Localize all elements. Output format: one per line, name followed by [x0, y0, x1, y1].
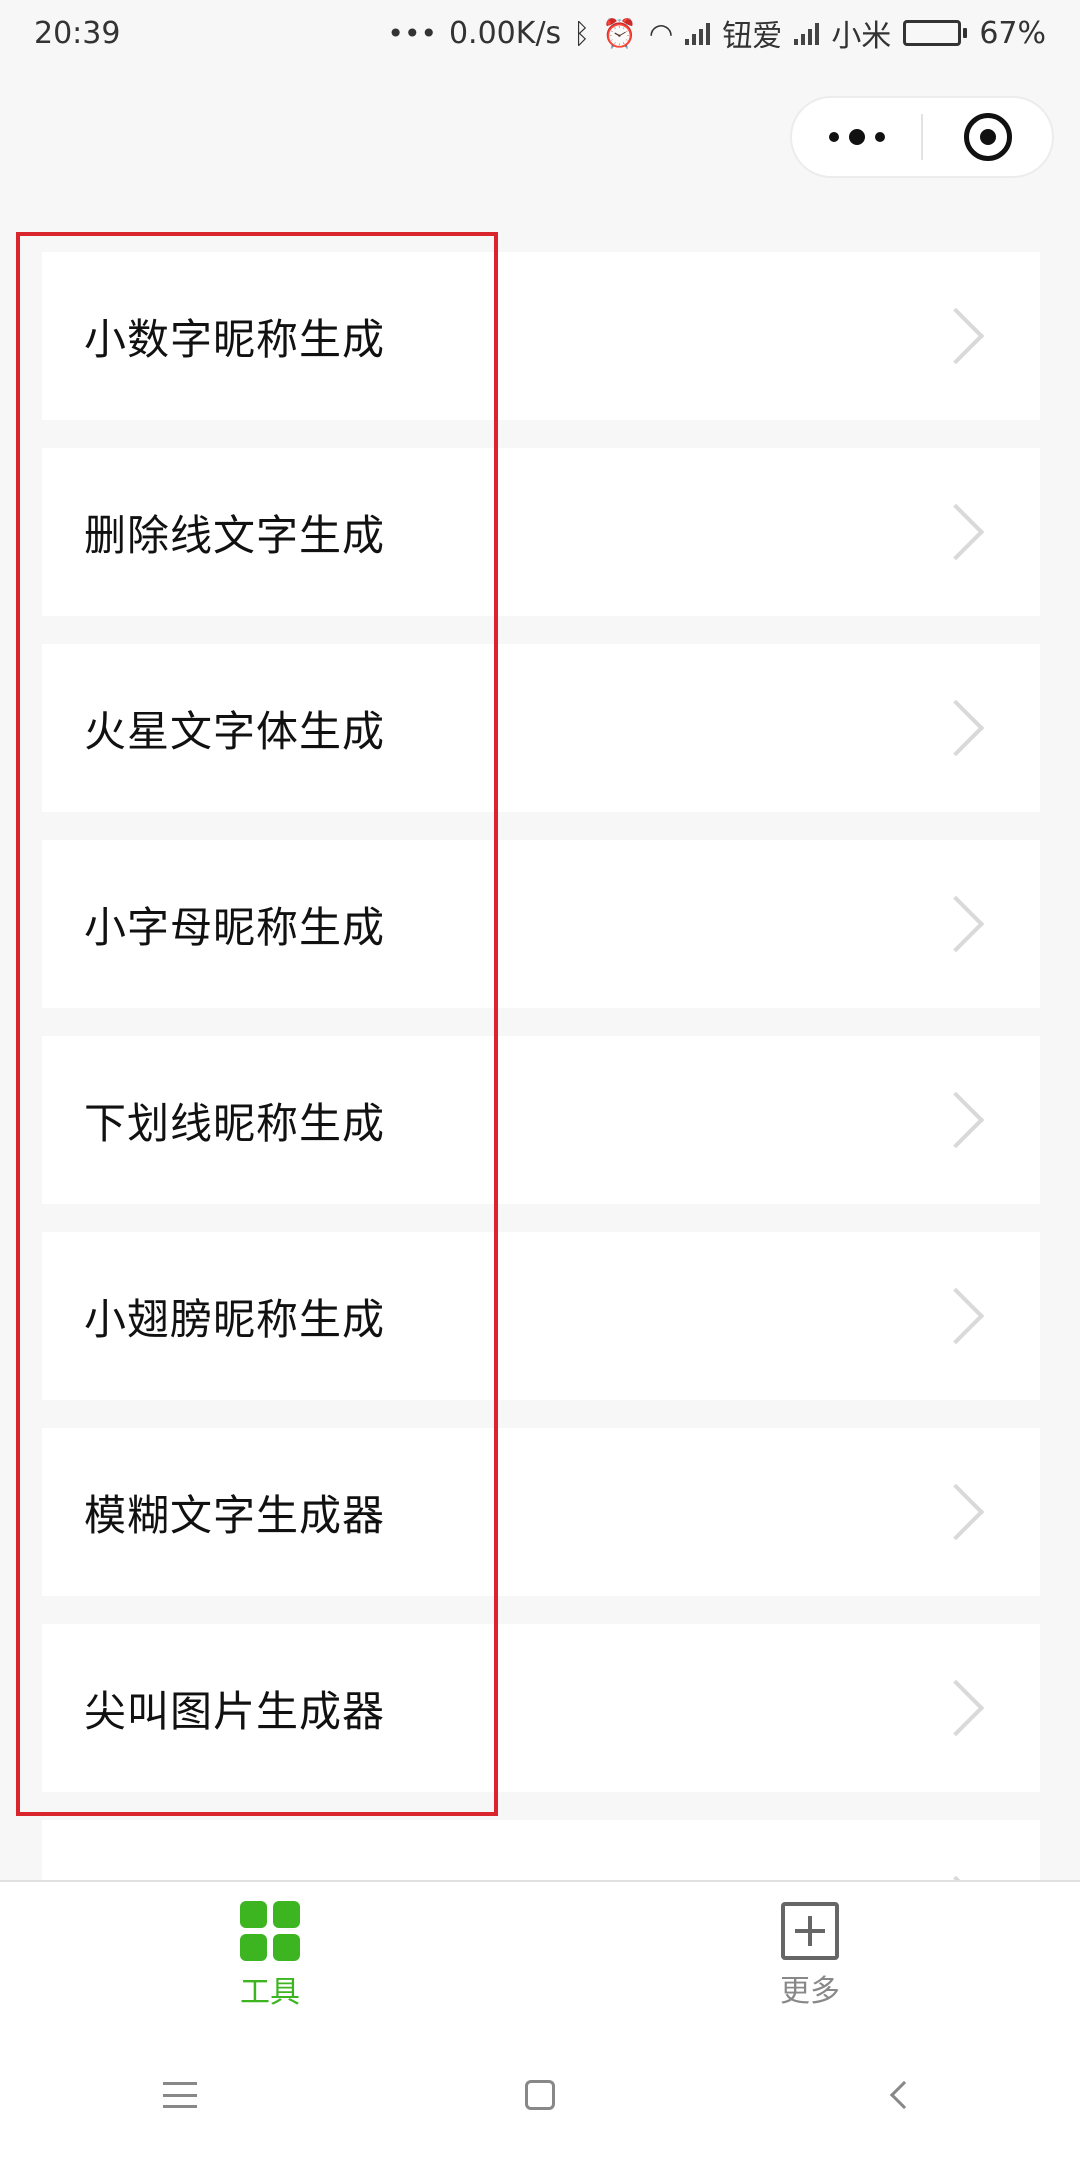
- tab-more[interactable]: 更多: [540, 1882, 1080, 2030]
- tab-label: 工具: [240, 1975, 300, 2010]
- list-item[interactable]: 模糊文字生成器: [42, 1428, 1040, 1596]
- signal-icon: [685, 21, 711, 45]
- chevron-right-icon: [927, 503, 985, 561]
- list-item-label: 小数字昵称生成: [84, 314, 386, 364]
- grid-icon: [240, 1901, 300, 1961]
- home-button[interactable]: [500, 2055, 580, 2135]
- more-icon: [828, 129, 885, 145]
- list-item[interactable]: 小字母昵称生成: [42, 840, 1040, 1008]
- list-item-label: 模糊文字生成器: [84, 1490, 386, 1540]
- list-item[interactable]: 火星文字体生成: [42, 644, 1040, 812]
- tab-tools[interactable]: 工具: [0, 1882, 540, 2030]
- wifi-icon: ◠: [648, 16, 674, 50]
- chevron-right-icon: [927, 699, 985, 757]
- carrier-1: 钮爱: [722, 19, 783, 54]
- menu-icon: [163, 2082, 197, 2108]
- tab-label: 更多: [780, 1974, 840, 2009]
- status-bar: 20:39 ••• 0.00K/s ᛒ ⏰ ◠ 钮爱 小米 67%: [0, 0, 1080, 66]
- list-item[interactable]: 小翅膀昵称生成: [42, 1232, 1040, 1400]
- chevron-right-icon: [927, 895, 985, 953]
- battery-icon: [903, 20, 968, 46]
- carrier-2: 小米: [831, 19, 892, 54]
- list-item-label: 火星文字体生成: [84, 706, 386, 756]
- battery-percent: 67%: [979, 15, 1046, 51]
- more-button[interactable]: [792, 98, 921, 176]
- chevron-right-icon: [927, 1679, 985, 1737]
- list-item-label: 小字母昵称生成: [84, 902, 386, 952]
- list-item[interactable]: 删除线文字生成: [42, 448, 1040, 616]
- system-nav-bar: [0, 2030, 1080, 2160]
- chevron-right-icon: [927, 1483, 985, 1541]
- chevron-right-icon: [927, 1287, 985, 1345]
- bluetooth-icon: ᛒ: [573, 16, 590, 50]
- list-item[interactable]: 下划线昵称生成: [42, 1036, 1040, 1204]
- more-dots-icon: •••: [387, 16, 437, 50]
- home-square-icon: [525, 2080, 555, 2110]
- back-button[interactable]: [860, 2055, 940, 2135]
- tab-bar: 工具 更多: [0, 1880, 1080, 2030]
- list-item[interactable]: 尖叫图片生成器: [42, 1624, 1040, 1792]
- network-speed: 0.00K/s: [448, 15, 562, 51]
- chevron-right-icon: [927, 307, 985, 365]
- list-item-label: 删除线文字生成: [84, 510, 386, 560]
- list-item-label: 小翅膀昵称生成: [84, 1294, 386, 1344]
- tool-list: 小数字昵称生成 删除线文字生成 火星文字体生成 小字母昵称生成 下划线昵称生成 …: [42, 252, 1040, 2016]
- plus-square-icon: [781, 1902, 839, 1960]
- list-item[interactable]: 小数字昵称生成: [42, 252, 1040, 420]
- signal-icon-2: [794, 21, 820, 45]
- alarm-icon: ⏰: [602, 16, 637, 50]
- close-target-icon: [963, 113, 1012, 161]
- list-item-label: 尖叫图片生成器: [84, 1686, 386, 1736]
- capsule-menu: [790, 96, 1054, 178]
- status-time: 20:39: [34, 15, 121, 51]
- list-item-label: 下划线昵称生成: [84, 1098, 386, 1148]
- chevron-right-icon: [927, 1091, 985, 1149]
- close-button[interactable]: [923, 98, 1052, 176]
- back-arrow-icon: [889, 2080, 919, 2110]
- recent-apps-button[interactable]: [140, 2055, 220, 2135]
